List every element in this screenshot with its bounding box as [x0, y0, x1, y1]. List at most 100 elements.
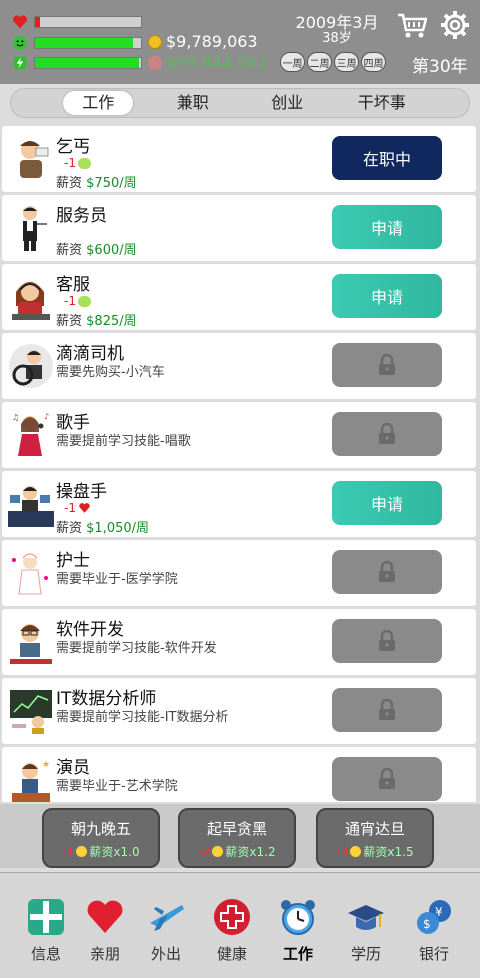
style-effect: -3 薪资x1.5	[318, 843, 432, 860]
coin-icon	[148, 34, 162, 49]
locked-button[interactable]	[332, 550, 442, 594]
energy-bar	[34, 57, 142, 69]
nav-friends[interactable]: 亲朋	[77, 897, 133, 964]
nav-info[interactable]: 信息	[18, 897, 74, 964]
job-row-data-analyst: IT数据分析师 需要提前学习技能-IT数据分析	[2, 678, 476, 744]
locked-button[interactable]	[332, 343, 442, 387]
job-row-didi-driver: 滴滴司机 需要先购买-小汽车	[2, 333, 476, 399]
job-row-beggar: 乞丐 -1 薪资 $750/周 在职中	[2, 126, 476, 192]
nav-work[interactable]: 工作	[270, 897, 326, 964]
style-cost: -2	[198, 844, 211, 859]
health-stat	[12, 14, 142, 30]
info-icon	[28, 899, 64, 935]
nav-label: 学历	[350, 945, 381, 963]
lock-icon	[379, 699, 395, 720]
salary-label: 薪资	[56, 176, 83, 191]
nav-education[interactable]: 学历	[338, 897, 394, 964]
week-4-button[interactable]: 四周	[361, 52, 386, 72]
date-display: 2009年3月 38岁	[282, 14, 392, 46]
bank-coins-icon: ¥$	[417, 900, 451, 934]
week-3-button[interactable]: 三周	[334, 52, 359, 72]
cost-value: -1	[64, 156, 76, 170]
salary-text: 薪资 $1,050/周	[56, 517, 149, 536]
happiness-bar	[34, 37, 142, 49]
week-2-button[interactable]: 二周	[307, 52, 332, 72]
work-style-bar: 朝九晚五 -1 薪资x1.0 起早贪黑 -2 薪资x1.2 通宵达旦 -3 薪资x1.…	[0, 804, 480, 868]
job-title: 服务员	[56, 206, 107, 226]
data-analyst-avatar	[10, 690, 52, 734]
energy-stat	[12, 55, 142, 71]
style-cost: -3	[336, 844, 349, 859]
hidden-money-display: $99,844,061	[148, 53, 268, 72]
job-title: 操盘手	[56, 482, 107, 502]
apply-button[interactable]: 申请	[332, 205, 442, 249]
svg-text:$: $	[423, 917, 431, 931]
style-salary-multiplier: 薪资x1.2	[225, 845, 276, 859]
heart-icon	[79, 503, 90, 513]
salary-value: $600/周	[86, 243, 137, 258]
face-icon	[212, 846, 224, 857]
tab-bad-deeds[interactable]: 干坏事	[347, 91, 417, 115]
job-row-nurse: 护士 需要毕业于-医学学院	[2, 540, 476, 606]
job-row-customer-service: 客服 -1 薪资 $825/周 申请	[2, 264, 476, 330]
tab-part-time[interactable]: 兼职	[158, 91, 228, 115]
requirement-text: 需要毕业于-艺术学院	[56, 779, 178, 794]
style-effect: -2 薪资x1.2	[180, 843, 294, 860]
locked-button[interactable]	[332, 412, 442, 456]
nav-label: 亲朋	[89, 945, 120, 963]
apply-button[interactable]: 申请	[332, 274, 442, 318]
job-list[interactable]: 乞丐 -1 薪资 $750/周 在职中 服务员 薪资 $600/周 申请 客服 …	[0, 124, 480, 802]
locked-button[interactable]	[332, 757, 442, 801]
salary-text: 薪资 $600/周	[56, 239, 137, 258]
work-style-all-night-button[interactable]: 通宵达旦 -3 薪资x1.5	[316, 808, 434, 868]
health-bar	[34, 16, 142, 28]
lock-icon	[379, 354, 395, 375]
job-title: 客服	[56, 275, 90, 295]
nav-bank[interactable]: ¥ $ 银行	[406, 897, 462, 964]
graduation-cap-icon	[348, 905, 384, 930]
tab-startup[interactable]: 创业	[252, 91, 322, 115]
customer-service-avatar	[12, 282, 50, 320]
current-date: 2009年3月	[295, 13, 379, 32]
work-style-9-to-5-button[interactable]: 朝九晚五 -1 薪资x1.0	[42, 808, 160, 868]
singer-avatar: ♪♫	[12, 412, 49, 456]
cart-icon[interactable]	[397, 12, 427, 40]
nav-health[interactable]: 健康	[204, 897, 260, 964]
nav-outing[interactable]: 外出	[138, 897, 194, 964]
brain-icon	[77, 157, 91, 169]
salary-value: $1,050/周	[86, 521, 150, 536]
plane-icon	[150, 905, 184, 931]
svg-text:♪: ♪	[44, 412, 49, 421]
cost-value: -1	[64, 501, 76, 515]
year-counter: 第30年	[412, 57, 468, 77]
heart-icon	[87, 900, 123, 933]
requirement-text: 需要毕业于-医学学院	[56, 572, 178, 587]
actor-avatar: ★	[12, 760, 50, 802]
locked-button[interactable]	[332, 688, 442, 732]
salary-value: $825/周	[86, 314, 137, 329]
money-display: $9,789,063	[148, 32, 258, 51]
work-style-early-late-button[interactable]: 起早贪黑 -2 薪资x1.2	[178, 808, 296, 868]
gear-icon[interactable]	[440, 10, 470, 40]
lock-icon	[379, 561, 395, 582]
week-selector: 一周 二周 三周 四周	[280, 52, 386, 72]
brain-icon	[77, 295, 91, 307]
style-salary-multiplier: 薪资x1.5	[363, 845, 414, 859]
apply-button[interactable]: 申请	[332, 481, 442, 525]
nav-label: 外出	[150, 945, 181, 963]
locked-button[interactable]	[332, 619, 442, 663]
nav-label: 信息	[30, 945, 61, 963]
requirement-text: 需要提前学习技能-唱歌	[56, 434, 191, 449]
svg-text:★: ★	[42, 760, 50, 770]
style-name: 通宵达旦	[344, 820, 405, 838]
happiness-stat	[12, 35, 142, 51]
tab-work[interactable]: 工作	[63, 91, 134, 115]
nav-label: 健康	[216, 945, 247, 963]
week-1-button[interactable]: 一周	[280, 52, 305, 72]
alarm-clock-icon	[281, 900, 315, 935]
style-cost: -1	[62, 844, 75, 859]
current-job-button[interactable]: 在职中	[332, 136, 442, 180]
beggar-avatar	[20, 141, 49, 178]
red-coin-icon	[148, 55, 162, 70]
lock-icon	[379, 768, 395, 789]
